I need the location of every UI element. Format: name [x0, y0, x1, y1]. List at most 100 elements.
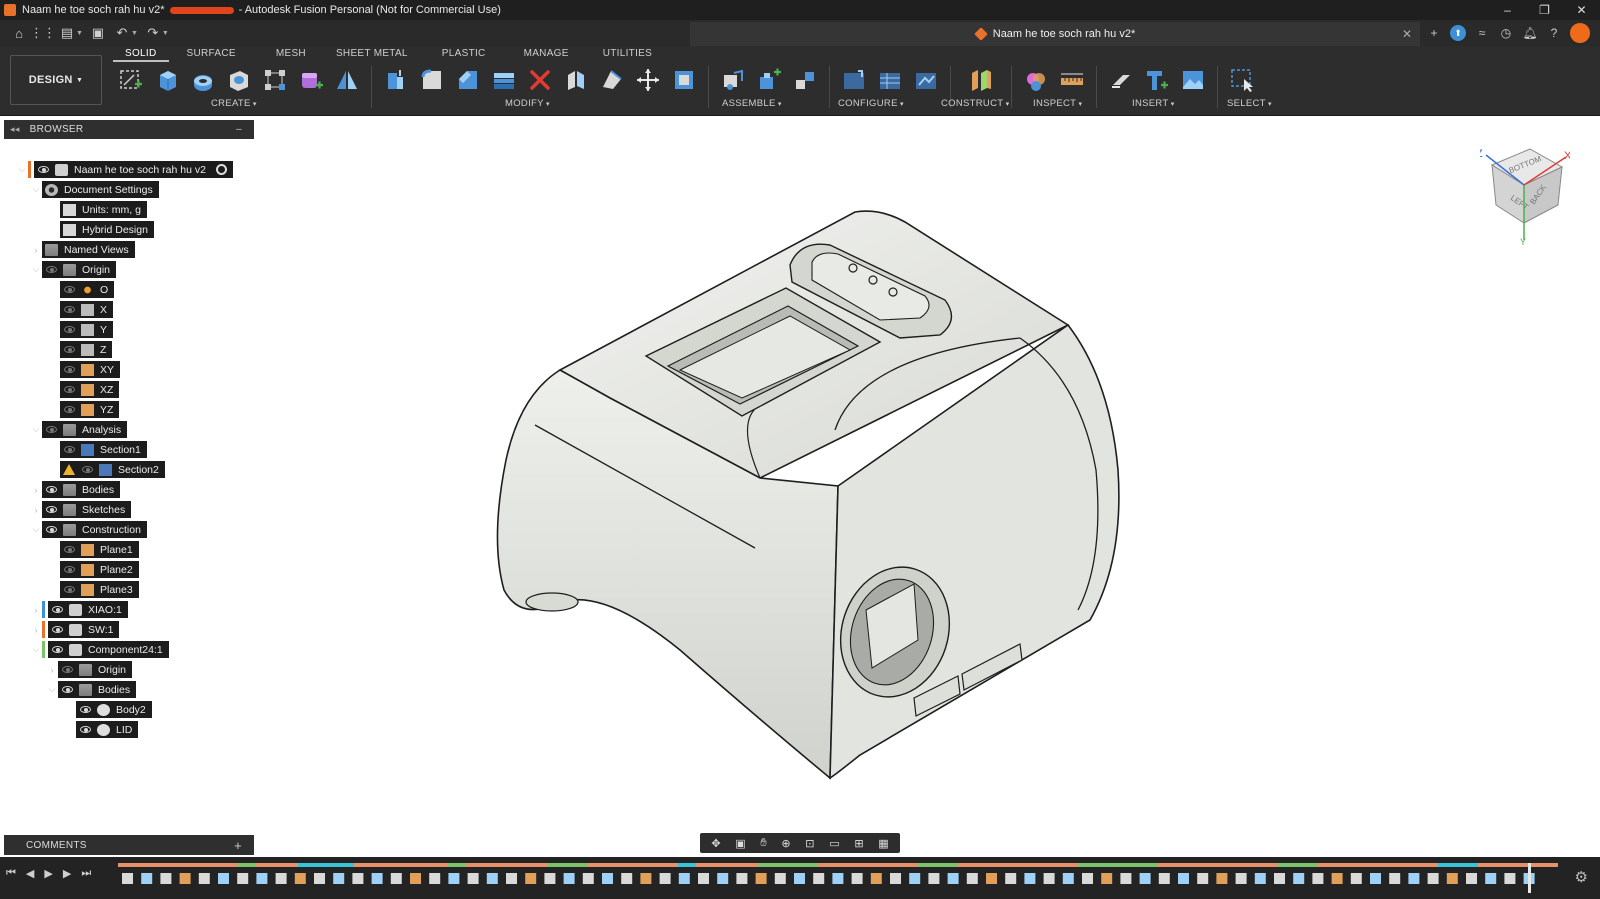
visibility-eye-icon[interactable] [63, 365, 77, 375]
modify-menu[interactable]: MODIFY [505, 98, 550, 109]
timeline-feature-icon[interactable] [486, 873, 498, 884]
grid-menu-icon[interactable]: ⋮⋮ [30, 24, 56, 42]
3d-viewport[interactable] [254, 116, 1600, 834]
extensions-icon[interactable]: ⬆ [1450, 25, 1466, 41]
timeline-feature-icon[interactable] [621, 873, 633, 884]
timeline-feature-icon[interactable] [410, 873, 421, 884]
step-forward-icon[interactable]: ▶ [63, 867, 71, 880]
visibility-eye-icon[interactable] [63, 405, 77, 415]
physical-material-icon[interactable] [670, 66, 698, 94]
measure-icon[interactable] [1058, 66, 1086, 94]
timeline-feature-icon[interactable] [314, 873, 325, 884]
close-window-button[interactable]: ✕ [1563, 0, 1600, 20]
tree-node-origin-point[interactable]: O [48, 281, 115, 298]
fillet-icon[interactable] [418, 66, 446, 94]
expand-arrow-icon[interactable]: › [30, 245, 42, 255]
revolve-icon[interactable] [189, 66, 217, 94]
shell-icon[interactable] [490, 66, 518, 94]
visibility-eye-icon[interactable] [51, 625, 65, 635]
timeline-feature-icon[interactable] [237, 873, 249, 884]
timeline-feature-icon[interactable] [602, 873, 613, 884]
timeline-feature-icon[interactable] [1293, 873, 1305, 884]
configuration-rule-icon[interactable] [912, 66, 940, 94]
viewports-icon[interactable]: ▦ [878, 837, 888, 850]
timeline-feature-icon[interactable] [928, 873, 940, 884]
tree-node-x-axis[interactable]: X [48, 301, 114, 318]
home-icon[interactable]: ⌂ [10, 24, 28, 42]
help-icon[interactable]: ? [1546, 25, 1562, 41]
configure-design-icon[interactable] [840, 66, 868, 94]
expand-arrow-icon[interactable]: ⌵ [30, 644, 42, 655]
timeline-feature-icon[interactable] [218, 873, 229, 884]
timeline-feature-icon[interactable] [1216, 873, 1228, 884]
minimize-button[interactable]: – [1489, 0, 1526, 20]
timeline-feature-icon[interactable] [698, 873, 709, 884]
visibility-eye-icon[interactable] [63, 565, 77, 575]
tree-node-xz-plane[interactable]: XZ [48, 381, 120, 398]
timeline-feature-icon[interactable] [813, 873, 825, 884]
visibility-eye-icon[interactable] [45, 485, 59, 495]
timeline-feature-icon[interactable] [352, 873, 364, 884]
visibility-eye-icon[interactable] [63, 385, 77, 395]
expand-arrow-icon[interactable]: › [30, 485, 42, 495]
tree-node-xy-plane[interactable]: XY [48, 361, 121, 378]
document-tab[interactable]: Naam he toe soch rah hu v2* ✕ [690, 22, 1420, 46]
timeline-feature-icon[interactable] [640, 873, 652, 884]
timeline-feature-icon[interactable] [1466, 873, 1477, 884]
visibility-eye-icon[interactable] [79, 725, 93, 735]
visibility-eye-icon[interactable] [79, 705, 93, 715]
timeline-feature-icon[interactable] [659, 873, 671, 884]
expand-arrow-icon[interactable]: ⌵ [30, 264, 42, 275]
timeline-feature-icon[interactable] [448, 873, 460, 884]
timeline-feature-icon[interactable] [256, 873, 268, 884]
chevron-down-icon[interactable]: ▼ [131, 30, 138, 37]
visibility-eye-icon[interactable] [63, 325, 77, 335]
minimize-panel-icon[interactable]: – [236, 124, 242, 135]
close-tab-icon[interactable]: ✕ [1402, 27, 1412, 41]
create-menu[interactable]: CREATE [211, 98, 257, 109]
visibility-eye-icon[interactable] [63, 545, 77, 555]
notification-bell-icon[interactable]: 🔔︎ [1522, 25, 1538, 41]
timeline-feature-icon[interactable] [1082, 873, 1093, 884]
timeline-feature-icon[interactable] [390, 873, 402, 884]
visibility-eye-icon[interactable] [45, 525, 59, 535]
timeline-feature-icon[interactable] [467, 873, 479, 884]
chevron-down-icon[interactable]: ▼ [162, 30, 169, 37]
timeline-settings-gear-icon[interactable]: ⚙ [1575, 868, 1588, 886]
timeline-feature-icon[interactable] [890, 873, 901, 884]
timeline-feature-icon[interactable] [1350, 873, 1362, 884]
orbit-icon[interactable]: ✥ [711, 837, 720, 850]
avatar[interactable] [1570, 23, 1590, 43]
joint-icon[interactable] [755, 66, 783, 94]
insert-menu[interactable]: INSERT [1132, 98, 1175, 109]
timeline-feature-icon[interactable] [1024, 873, 1036, 884]
timeline-feature-icon[interactable] [1312, 873, 1324, 884]
visibility-eye-icon[interactable] [81, 465, 95, 475]
tree-node-xiao[interactable]: › XIAO:1 [30, 601, 128, 618]
expand-arrow-icon[interactable]: ⌵ [16, 164, 28, 175]
tree-node-origin[interactable]: ⌵ Origin [30, 261, 117, 278]
fit-icon[interactable]: ⊡ [805, 837, 814, 850]
visibility-eye-icon[interactable] [63, 585, 77, 595]
visibility-eye-icon[interactable] [45, 425, 59, 435]
new-component-icon[interactable] [719, 66, 747, 94]
visibility-eye-icon[interactable] [63, 345, 77, 355]
insert-canvas-icon[interactable] [1179, 66, 1207, 94]
job-status-icon[interactable]: ≈ [1474, 25, 1490, 41]
tree-node-named-views[interactable]: › Named Views [30, 241, 135, 258]
step-back-icon[interactable]: ◀ [26, 867, 34, 880]
timeline-feature-icon[interactable] [429, 873, 441, 884]
timeline-feature-icon[interactable] [1005, 873, 1017, 884]
clock-icon[interactable]: ◷ [1498, 25, 1514, 41]
tab-sheet-metal[interactable]: SHEET METAL [318, 46, 420, 62]
expand-arrow-icon[interactable]: › [30, 605, 42, 615]
tree-node-yz-plane[interactable]: YZ [48, 401, 120, 418]
expand-arrow-icon[interactable]: › [30, 505, 42, 515]
timeline-feature-icon[interactable] [1254, 873, 1266, 884]
visibility-eye-icon[interactable] [51, 605, 65, 615]
tree-node-sw[interactable]: › SW:1 [30, 621, 120, 638]
interference-icon[interactable] [1022, 66, 1050, 94]
configure-menu[interactable]: CONFIGURE [838, 98, 904, 109]
expand-arrow-icon[interactable]: ⌵ [30, 424, 42, 435]
timeline-feature-icon[interactable] [333, 873, 345, 884]
